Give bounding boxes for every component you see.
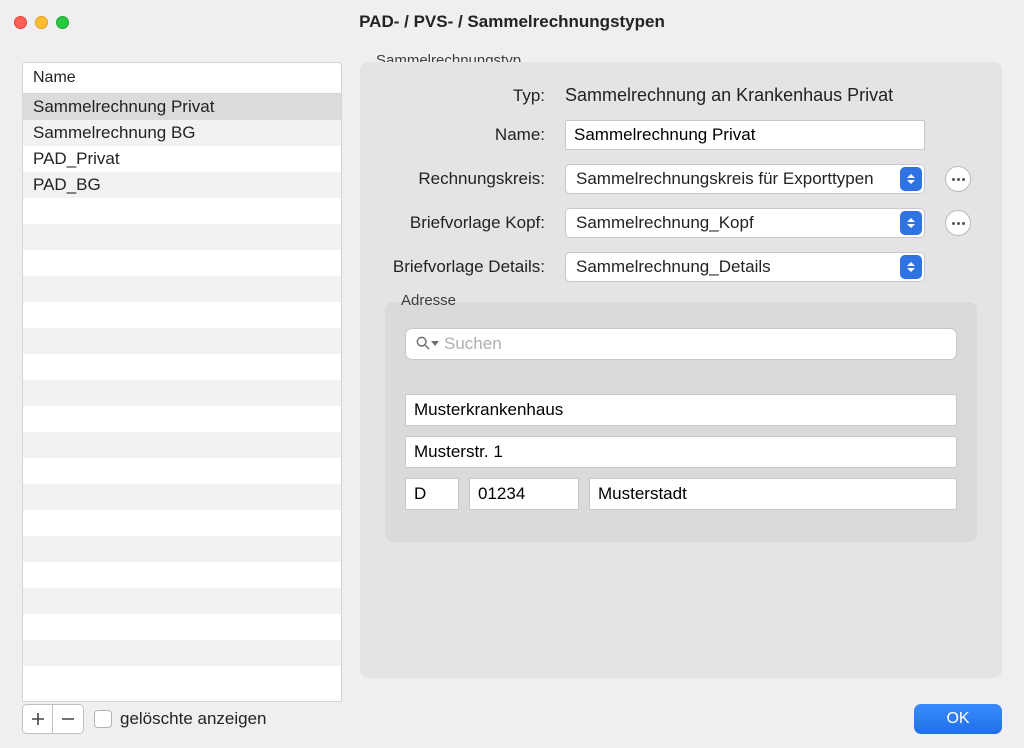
list-item[interactable] xyxy=(23,510,341,536)
add-remove-segment xyxy=(22,704,84,734)
address-country-field[interactable] xyxy=(405,478,459,510)
briefvorlage-details-value: Sammelrechnung_Details xyxy=(576,257,771,276)
close-window-button[interactable] xyxy=(14,16,27,29)
address-name-field[interactable] xyxy=(405,394,957,426)
list-item[interactable]: Sammelrechnung BG xyxy=(23,120,341,146)
list-item[interactable]: Sammelrechnung Privat xyxy=(23,94,341,120)
list-item[interactable] xyxy=(23,458,341,484)
list-item[interactable] xyxy=(23,640,341,666)
rechnungskreis-label: Rechnungskreis: xyxy=(385,169,545,189)
chevron-updown-icon xyxy=(900,255,922,279)
briefvorlage-kopf-combo[interactable]: Sammelrechnung_Kopf xyxy=(565,208,925,238)
list-item[interactable] xyxy=(23,562,341,588)
show-deleted-checkbox-wrap[interactable]: gelöschte anzeigen xyxy=(94,709,267,729)
rechnungskreis-more-button[interactable] xyxy=(945,166,971,192)
list-item[interactable] xyxy=(23,302,341,328)
name-label: Name: xyxy=(385,125,545,145)
list-item[interactable] xyxy=(23,588,341,614)
list-item[interactable] xyxy=(23,484,341,510)
briefvorlage-details-combo[interactable]: Sammelrechnung_Details xyxy=(565,252,925,282)
ellipsis-icon xyxy=(952,178,965,181)
list-item[interactable]: PAD_Privat xyxy=(23,146,341,172)
name-field[interactable] xyxy=(565,120,925,150)
address-group-label: Adresse xyxy=(397,292,460,309)
rechnungskreis-combo[interactable]: Sammelrechnungskreis für Exporttypen xyxy=(565,164,925,194)
titlebar: PAD- / PVS- / Sammelrechnungstypen xyxy=(0,0,1024,44)
list-item[interactable] xyxy=(23,354,341,380)
search-icon xyxy=(415,335,431,351)
list-item[interactable] xyxy=(23,224,341,250)
show-deleted-label: gelöschte anzeigen xyxy=(120,709,267,729)
address-group: Adresse xyxy=(385,302,977,542)
address-city-field[interactable] xyxy=(589,478,957,510)
address-street-field[interactable] xyxy=(405,436,957,468)
briefvorlage-kopf-value: Sammelrechnung_Kopf xyxy=(576,213,754,232)
minus-icon xyxy=(61,712,75,726)
address-zip-field[interactable] xyxy=(469,478,579,510)
window-controls xyxy=(14,16,69,29)
rechnungskreis-value: Sammelrechnungskreis für Exporttypen xyxy=(576,169,874,188)
add-button[interactable] xyxy=(23,705,53,733)
list-item[interactable] xyxy=(23,380,341,406)
detail-panel: Sammelrechnungstyp Typ: Sammelrechnung a… xyxy=(360,62,1002,702)
list-item[interactable] xyxy=(23,328,341,354)
list-item[interactable] xyxy=(23,250,341,276)
briefvorlage-kopf-label: Briefvorlage Kopf: xyxy=(385,213,545,233)
list-item[interactable] xyxy=(23,614,341,640)
minimize-window-button[interactable] xyxy=(35,16,48,29)
chevron-updown-icon xyxy=(900,167,922,191)
show-deleted-checkbox[interactable] xyxy=(94,710,112,728)
ellipsis-icon xyxy=(952,222,965,225)
chevron-updown-icon xyxy=(900,211,922,235)
chevron-down-icon xyxy=(431,341,439,346)
typ-value: Sammelrechnung an Krankenhaus Privat xyxy=(565,85,925,106)
ok-button[interactable]: OK xyxy=(914,704,1002,734)
list-item[interactable] xyxy=(23,276,341,302)
type-list-panel: Name Sammelrechnung PrivatSammelrechnung… xyxy=(22,62,342,702)
remove-button[interactable] xyxy=(53,705,83,733)
zoom-window-button[interactable] xyxy=(56,16,69,29)
list-item[interactable] xyxy=(23,406,341,432)
list-item[interactable] xyxy=(23,432,341,458)
list-item[interactable] xyxy=(23,536,341,562)
type-list[interactable]: Sammelrechnung PrivatSammelrechnung BGPA… xyxy=(22,94,342,702)
window-title: PAD- / PVS- / Sammelrechnungstypen xyxy=(0,12,1024,32)
typ-label: Typ: xyxy=(385,86,545,106)
address-search-input[interactable] xyxy=(405,328,957,360)
plus-icon xyxy=(31,712,45,726)
list-item[interactable]: PAD_BG xyxy=(23,172,341,198)
briefvorlage-kopf-more-button[interactable] xyxy=(945,210,971,236)
list-column-header[interactable]: Name xyxy=(22,62,342,94)
briefvorlage-details-label: Briefvorlage Details: xyxy=(385,257,545,277)
list-item[interactable] xyxy=(23,198,341,224)
